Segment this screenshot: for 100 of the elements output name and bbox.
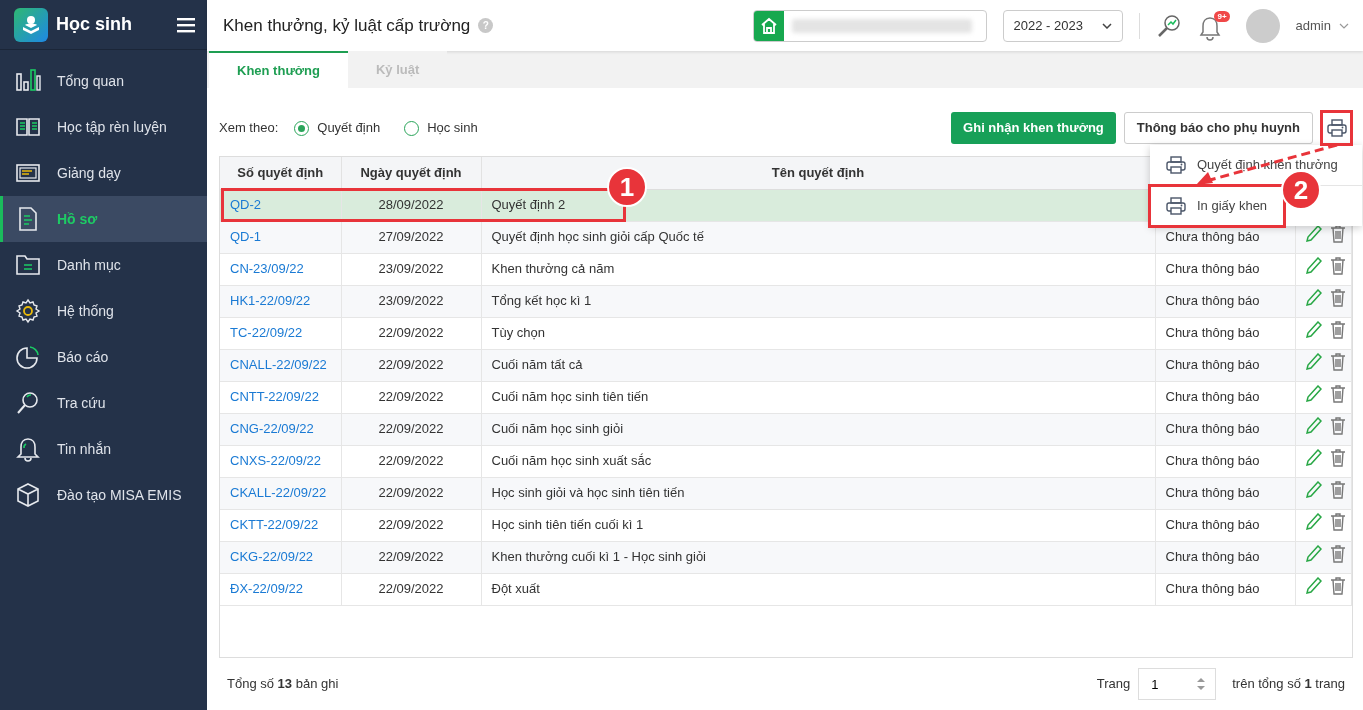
decision-code-link[interactable]: CNTT-22/09/22 xyxy=(230,389,319,405)
table-cell: 22/09/2022 xyxy=(341,573,481,605)
sidebar-item[interactable]: Tổng quan xyxy=(0,58,207,104)
page-label: Trang xyxy=(1096,675,1131,694)
radio-option[interactable]: Quyết định xyxy=(294,118,381,138)
sidebar-item[interactable]: Tin nhắn xyxy=(0,426,207,472)
decision-code-link[interactable]: TC-22/09/22 xyxy=(230,325,303,341)
tab[interactable]: Khen thưởng xyxy=(209,51,348,88)
page-total: trên tổng số 1 trang xyxy=(1232,675,1345,694)
chevron-down-icon xyxy=(1339,22,1349,29)
folder-icon xyxy=(15,252,41,278)
decision-code-link[interactable]: QD-2 xyxy=(230,197,262,213)
edit-icon[interactable] xyxy=(1305,289,1322,308)
decision-code-link[interactable]: CNXS-22/09/22 xyxy=(230,453,322,469)
status-cell: Chưa thông báo xyxy=(1155,413,1295,445)
cube-icon xyxy=(15,482,41,508)
edit-icon[interactable] xyxy=(1305,321,1322,340)
status-cell: Chưa thông báo xyxy=(1155,541,1295,573)
delete-icon[interactable] xyxy=(1329,225,1346,244)
table-cell: 22/09/2022 xyxy=(341,541,481,573)
status-cell: Chưa thông báo xyxy=(1155,253,1295,285)
delete-icon[interactable] xyxy=(1329,257,1346,276)
table-cell: Học sinh tiên tiến cuối kì 1 xyxy=(481,509,1155,541)
edit-icon[interactable] xyxy=(1305,417,1322,436)
notify-parents-button[interactable]: Thông báo cho phụ huynh xyxy=(1123,112,1313,144)
status-cell: Chưa thông báo xyxy=(1155,445,1295,477)
table-cell: 22/09/2022 xyxy=(341,317,481,349)
table-cell: 27/09/2022 xyxy=(341,221,481,253)
pie-chart-icon xyxy=(15,344,41,370)
edit-icon[interactable] xyxy=(1305,353,1322,372)
user-menu[interactable]: admin xyxy=(1295,15,1349,36)
decision-code-link[interactable]: QD-1 xyxy=(230,229,262,245)
delete-icon[interactable] xyxy=(1329,289,1346,308)
delete-icon[interactable] xyxy=(1329,577,1346,596)
status-cell: Chưa thông báo xyxy=(1155,285,1295,317)
radio-option[interactable]: Học sinh xyxy=(404,118,478,138)
edit-icon[interactable] xyxy=(1305,481,1322,500)
sidebar-item[interactable]: Đào tạo MISA EMIS xyxy=(0,472,207,518)
school-selector[interactable] xyxy=(752,9,987,42)
edit-icon[interactable] xyxy=(1305,513,1322,532)
spinner-icon[interactable] xyxy=(1196,676,1207,692)
decision-code-link[interactable]: CKTT-22/09/22 xyxy=(230,517,319,533)
table-cell: 22/09/2022 xyxy=(341,509,481,541)
table-cell: Cuối năm học sinh xuất sắc xyxy=(481,445,1155,477)
bell-icon xyxy=(15,436,41,462)
table-cell: 22/09/2022 xyxy=(341,477,481,509)
menu-icon[interactable] xyxy=(177,16,195,33)
decision-code-link[interactable]: CN-23/09/22 xyxy=(230,261,304,277)
status-cell: Chưa thông báo xyxy=(1155,317,1295,349)
table-cell: 23/09/2022 xyxy=(341,253,481,285)
sidebar-item[interactable]: Học tập rèn luyện xyxy=(0,104,207,150)
edit-icon[interactable] xyxy=(1305,257,1322,276)
edit-icon[interactable] xyxy=(1305,449,1322,468)
page-title: Khen thưởng, kỷ luật cấp trường xyxy=(223,14,471,37)
notification-badge: 9+ xyxy=(1214,10,1230,23)
delete-icon[interactable] xyxy=(1329,449,1346,468)
printer-icon xyxy=(1166,156,1186,174)
delete-icon[interactable] xyxy=(1329,545,1346,564)
search-icon xyxy=(15,390,41,416)
status-cell: Chưa thông báo xyxy=(1155,381,1295,413)
table-cell: Cuối năm học sinh tiên tiến xyxy=(481,381,1155,413)
page-input[interactable]: 1 xyxy=(1138,668,1217,700)
delete-icon[interactable] xyxy=(1329,417,1346,436)
column-header: Ngày quyết định xyxy=(341,157,481,189)
table-cell: 22/09/2022 xyxy=(341,445,481,477)
table-cell: Khen thưởng cả năm xyxy=(481,253,1155,285)
edit-icon[interactable] xyxy=(1305,545,1322,564)
column-header: Số quyết định xyxy=(220,157,341,189)
chevron-down-icon xyxy=(1101,22,1112,29)
sidebar-item[interactable]: Tra cứu xyxy=(0,380,207,426)
status-cell: Chưa thông báo xyxy=(1155,573,1295,605)
printer-icon xyxy=(1166,197,1186,215)
edit-icon[interactable] xyxy=(1305,385,1322,404)
menu-item[interactable]: In giấy khen xyxy=(1154,190,1274,222)
record-reward-button[interactable]: Ghi nhận khen thưởng xyxy=(951,112,1116,144)
status-cell: Chưa thông báo xyxy=(1155,349,1295,381)
delete-icon[interactable] xyxy=(1329,481,1346,500)
table-cell: Tổng kết học kì 1 xyxy=(481,285,1155,317)
gear-icon xyxy=(15,298,41,324)
app-logo xyxy=(14,7,48,42)
decision-code-link[interactable]: ĐX-22/09/22 xyxy=(230,581,303,597)
table-cell: Khen thưởng cuối kì 1 - Học sinh giỏi xyxy=(481,541,1155,573)
table-cell: Cuối năm tất cả xyxy=(481,349,1155,381)
delete-icon[interactable] xyxy=(1329,321,1346,340)
delete-icon[interactable] xyxy=(1329,513,1346,532)
record-count: Tổng số 13 bản ghi xyxy=(226,675,340,694)
delete-icon[interactable] xyxy=(1329,353,1346,372)
sidebar-item[interactable]: Báo cáo xyxy=(0,334,207,380)
sidebar-item[interactable]: Giảng dạy xyxy=(0,150,207,196)
table-cell: Cuối năm học sinh giỏi xyxy=(481,413,1155,445)
avatar xyxy=(1245,8,1280,43)
table-cell: Quyết định học sinh giỏi cấp Quốc tế xyxy=(481,221,1155,253)
table-cell: Học sinh giỏi và học sinh tiên tiến xyxy=(481,477,1155,509)
edit-icon[interactable] xyxy=(1305,225,1322,244)
year-select[interactable]: 2022 - 2023 xyxy=(1002,9,1123,42)
edit-icon[interactable] xyxy=(1305,577,1322,596)
delete-icon[interactable] xyxy=(1329,385,1346,404)
sidebar-item[interactable]: Hồ sơ xyxy=(0,196,207,242)
sidebar-item[interactable]: Hệ thống xyxy=(0,288,207,334)
sidebar-item[interactable]: Danh mục xyxy=(0,242,207,288)
